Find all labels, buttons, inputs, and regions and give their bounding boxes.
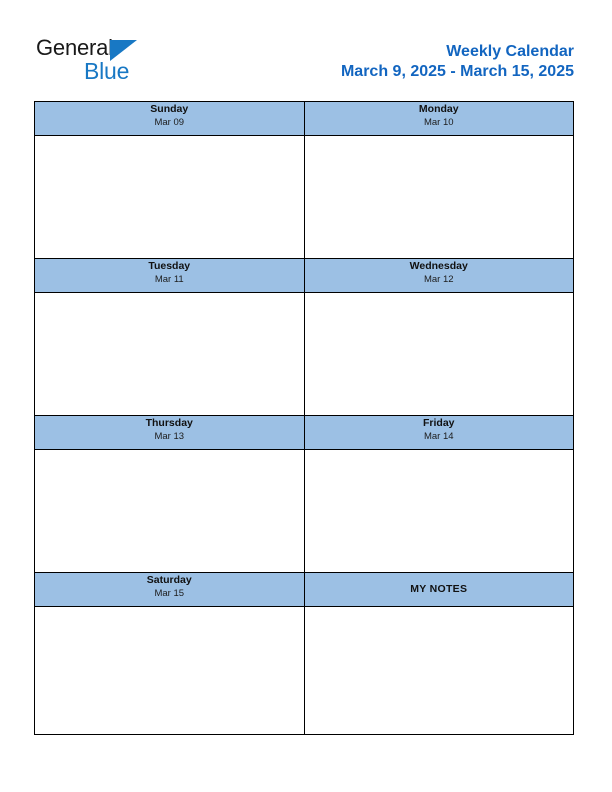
day-header-saturday: Saturday Mar 15	[34, 572, 305, 607]
day-cell-monday[interactable]	[303, 135, 574, 259]
day-cell-tuesday[interactable]	[34, 292, 305, 416]
day-cell-friday[interactable]	[303, 449, 574, 573]
brand-name-blue: Blue	[84, 58, 130, 84]
table-row: Saturday Mar 15 MY NOTES	[34, 572, 574, 607]
day-header-friday: Friday Mar 14	[303, 415, 574, 450]
notes-header: MY NOTES	[303, 572, 574, 607]
day-header-wednesday: Wednesday Mar 12	[303, 258, 574, 293]
title-block: Weekly Calendar March 9, 2025 - March 15…	[341, 42, 574, 82]
day-header-thursday: Thursday Mar 13	[34, 415, 305, 450]
calendar-page: General Blue Weekly Calendar March 9, 20…	[0, 0, 612, 792]
day-cell-saturday[interactable]	[34, 606, 305, 735]
day-name: Monday	[418, 103, 459, 115]
table-row	[34, 449, 574, 573]
day-name: Wednesday	[409, 260, 468, 272]
page-title: Weekly Calendar	[446, 43, 574, 60]
day-date: Mar 15	[154, 588, 185, 599]
day-date: Mar 14	[423, 431, 454, 442]
day-name: Sunday	[150, 103, 189, 115]
table-row	[34, 135, 574, 259]
brand-logo[interactable]: General Blue	[34, 34, 164, 89]
day-date: Mar 13	[154, 431, 185, 442]
day-date: Mar 09	[154, 117, 185, 128]
table-row	[34, 606, 574, 735]
table-row	[34, 292, 574, 416]
calendar-grid: Sunday Mar 09 Monday Mar 10 Tuesday Mar …	[34, 101, 574, 735]
day-name: Thursday	[145, 417, 193, 429]
day-header-monday: Monday Mar 10	[303, 101, 574, 136]
day-header-tuesday: Tuesday Mar 11	[34, 258, 305, 293]
day-cell-sunday[interactable]	[34, 135, 305, 259]
day-name: Tuesday	[148, 260, 191, 272]
day-name: Saturday	[146, 574, 192, 586]
notes-cell[interactable]	[303, 606, 574, 735]
day-header-sunday: Sunday Mar 09	[34, 101, 305, 136]
day-date: Mar 10	[423, 117, 454, 128]
day-cell-thursday[interactable]	[34, 449, 305, 573]
day-name: Friday	[422, 417, 455, 429]
table-row: Thursday Mar 13 Friday Mar 14	[34, 415, 574, 450]
day-date: Mar 11	[154, 274, 184, 285]
day-date: Mar 12	[423, 274, 454, 285]
brand-name-general: General	[36, 35, 113, 60]
day-cell-wednesday[interactable]	[303, 292, 574, 416]
page-header: General Blue Weekly Calendar March 9, 20…	[34, 34, 574, 92]
table-row: Tuesday Mar 11 Wednesday Mar 12	[34, 258, 574, 293]
notes-title: MY NOTES	[410, 583, 468, 595]
date-range: March 9, 2025 - March 15, 2025	[340, 63, 574, 80]
table-row: Sunday Mar 09 Monday Mar 10	[34, 101, 574, 136]
